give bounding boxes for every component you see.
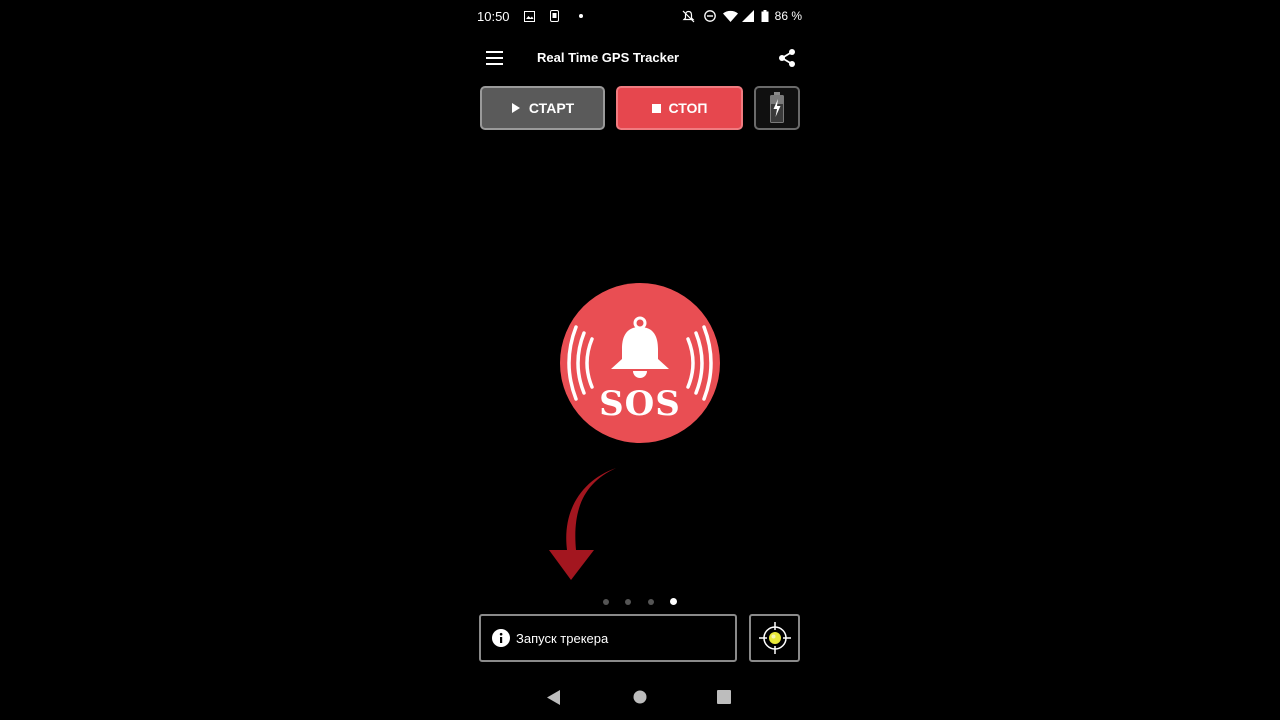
wifi-icon: [723, 9, 738, 23]
notifications-off-icon: [682, 9, 695, 23]
stop-icon: [651, 103, 661, 113]
play-icon: [511, 103, 520, 113]
pager-dot-2[interactable]: [625, 599, 631, 605]
do-not-disturb-icon: [704, 9, 716, 23]
info-icon: [492, 629, 510, 647]
photo-icon: [524, 9, 535, 23]
phone-screen: 10:50 86 % Real Time GPS Tracker СТАРТ С…: [468, 0, 812, 720]
signal-icon: [742, 9, 754, 23]
sos-button[interactable]: SOS: [560, 283, 720, 443]
status-time: 10:50: [477, 9, 510, 24]
battery-icon: [761, 9, 769, 23]
home-icon[interactable]: [631, 688, 649, 706]
pager-dot-1[interactable]: [603, 599, 609, 605]
menu-icon[interactable]: [485, 49, 505, 67]
curved-arrow-icon: [549, 468, 616, 580]
crosshair-icon: [758, 622, 791, 654]
battery-charging-icon: [770, 92, 784, 123]
recents-icon[interactable]: [716, 688, 732, 706]
sos-label: SOS: [599, 384, 681, 424]
start-button-label: СТАРТ: [528, 100, 575, 116]
back-icon[interactable]: [546, 688, 562, 706]
locate-button[interactable]: [749, 614, 800, 662]
pager-dot-3[interactable]: [648, 599, 654, 605]
start-button[interactable]: СТАРТ: [480, 86, 605, 130]
dot-icon: [579, 9, 583, 23]
tracker-status-box[interactable]: Запуск трекера: [479, 614, 737, 662]
pager-dot-4[interactable]: [670, 598, 677, 605]
app-title: Real Time GPS Tracker: [537, 50, 680, 65]
share-icon[interactable]: [776, 47, 798, 69]
stop-button[interactable]: СТОП: [616, 86, 743, 130]
battery-saver-button[interactable]: [754, 86, 800, 130]
phone-frame-icon: [550, 9, 559, 23]
stop-button-label: СТОП: [668, 100, 708, 116]
tracker-status-label: Запуск трекера: [516, 630, 609, 646]
battery-percent: 86 %: [774, 9, 802, 23]
